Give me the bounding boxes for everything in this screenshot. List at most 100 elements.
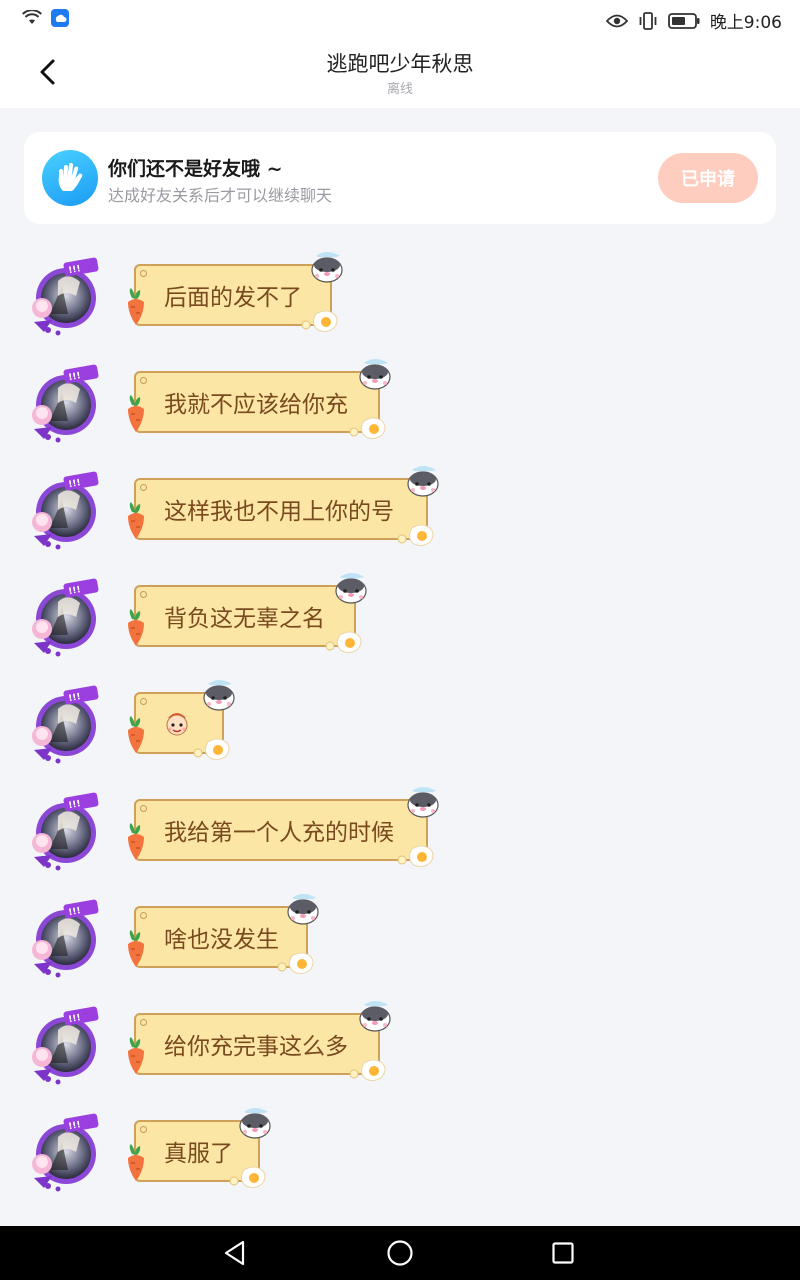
hamster-decoration-icon [404,785,442,821]
message-bubble[interactable]: 这样我也不用上你的号 [134,478,428,540]
hamster-decoration-icon [404,464,442,500]
egg-decoration-icon [274,950,316,976]
egg-decoration-icon [394,843,436,869]
bubble-decoration-dot [140,805,147,812]
bubble-decoration-dot [140,1126,147,1133]
chat-title: 逃跑吧少年秋思 [326,52,474,76]
friend-notice-description: 达成好友关系后才可以继续聊天 [108,186,333,205]
friend-notice-title: 你们还不是好友哦 ~ [108,158,283,180]
system-nav-bar [0,1226,800,1280]
message-bubble-wrap: 这样我也不用上你的号 [122,464,476,554]
message-bubble-wrap: 我给第一个人充的时候 [122,785,476,875]
sender-avatar[interactable]: !!! [28,470,100,550]
online-status: 离线 [386,82,413,97]
svg-text:!!!: !!! [68,478,82,490]
square-recent-icon [552,1242,574,1264]
carrot-decoration-icon [122,716,150,754]
message-row: !!! 我给第一个人充的时候 [0,785,800,875]
bubble-decoration-dot [140,484,147,491]
bubble-decoration-dot [140,698,147,705]
hamster-decoration-icon [236,1106,274,1142]
message-text: 真服了 [164,1141,233,1167]
sender-avatar[interactable]: !!! [28,363,100,443]
message-row: !!! 给你充完事这么多 [0,999,800,1089]
egg-decoration-icon [190,736,232,762]
svg-text:!!!: !!! [68,585,82,597]
app-notification-icon [51,9,69,27]
status-bar: 晚上9:06 [0,0,800,38]
message-text: 背负这无辜之名 [164,606,325,632]
message-bubble-wrap: 给你充完事这么多 [122,999,428,1089]
message-text: 后面的发不了 [164,285,302,311]
message-row: !!! 背负这无辜之名 [0,571,800,661]
message-row: !!! 我就不应该给你充 [0,357,800,447]
svg-text:!!!: !!! [68,1013,82,1025]
vibrate-icon [639,11,657,30]
carrot-decoration-icon [122,823,150,861]
message-row: !!! 啥也没发生 [0,892,800,982]
hamster-decoration-icon [356,999,394,1035]
sender-avatar[interactable]: !!! [28,1005,100,1085]
message-bubble[interactable]: 我就不应该给你充 [134,371,380,433]
message-bubble-wrap: 啥也没发生 [122,892,356,982]
svg-text:!!!: !!! [68,799,82,811]
message-row: !!! 真服了 [0,1106,800,1196]
hamster-decoration-icon [356,357,394,393]
message-bubble-wrap: 后面的发不了 [122,250,380,340]
applied-button[interactable]: 已申请 [658,153,758,203]
bubble-decoration-dot [140,377,147,384]
message-row: !!! 这样我也不用上你的号 [0,464,800,554]
sender-avatar[interactable]: !!! [28,256,100,336]
hamster-decoration-icon [284,892,322,928]
message-bubble-wrap: 真服了 [122,1106,308,1196]
battery-icon [667,12,700,29]
sender-avatar[interactable]: !!! [28,791,100,871]
nav-back-button[interactable] [220,1238,250,1268]
egg-decoration-icon [394,522,436,548]
svg-text:!!!: !!! [68,692,82,704]
egg-decoration-icon [226,1164,268,1190]
message-text: 给你充完事这么多 [164,1034,348,1060]
egg-decoration-icon [346,415,388,441]
message-text: 我给第一个人充的时候 [164,820,394,846]
sender-avatar[interactable]: !!! [28,1112,100,1192]
wifi-icon [22,10,42,24]
circle-home-icon [387,1240,413,1266]
message-bubble-wrap: 背负这无辜之名 [122,571,404,661]
message-bubble-wrap: 我就不应该给你充 [122,357,428,447]
eye-icon [605,14,628,27]
triangle-back-icon [224,1240,245,1266]
egg-decoration-icon [322,629,364,655]
bubble-decoration-dot [140,270,147,277]
carrot-decoration-icon [122,930,150,968]
sender-avatar[interactable]: !!! [28,577,100,657]
message-bubble[interactable]: 我给第一个人充的时候 [134,799,428,861]
carrot-decoration-icon [122,1037,150,1075]
carrot-decoration-icon [122,395,150,433]
nav-home-button[interactable] [385,1238,415,1268]
sender-avatar[interactable]: !!! [28,898,100,978]
nav-recent-button[interactable] [548,1238,578,1268]
svg-text:!!!: !!! [68,264,82,276]
sender-avatar[interactable]: !!! [28,684,100,764]
message-text: 啥也没发生 [164,927,279,953]
message-row: !!! 后面的发不了 [0,250,800,340]
friend-notice-card: 你们还不是好友哦 ~ 达成好友关系后才可以继续聊天 已申请 [24,132,776,224]
message-text: 这样我也不用上你的号 [164,499,394,525]
message-text: 我就不应该给你充 [164,392,348,418]
carrot-decoration-icon [122,1144,150,1182]
carrot-decoration-icon [122,288,150,326]
svg-text:!!!: !!! [68,371,82,383]
svg-text:!!!: !!! [68,1120,82,1132]
message-bubble[interactable]: 给你充完事这么多 [134,1013,380,1075]
carrot-decoration-icon [122,609,150,647]
carrot-decoration-icon [122,502,150,540]
hamster-decoration-icon [200,678,238,714]
status-time: 晚上9:06 [709,13,782,33]
wave-hand-icon [42,150,98,206]
egg-decoration-icon [346,1057,388,1083]
hamster-decoration-icon [332,571,370,607]
bubble-decoration-dot [140,591,147,598]
message-bubble-wrap [122,678,272,768]
egg-decoration-icon [298,308,340,334]
